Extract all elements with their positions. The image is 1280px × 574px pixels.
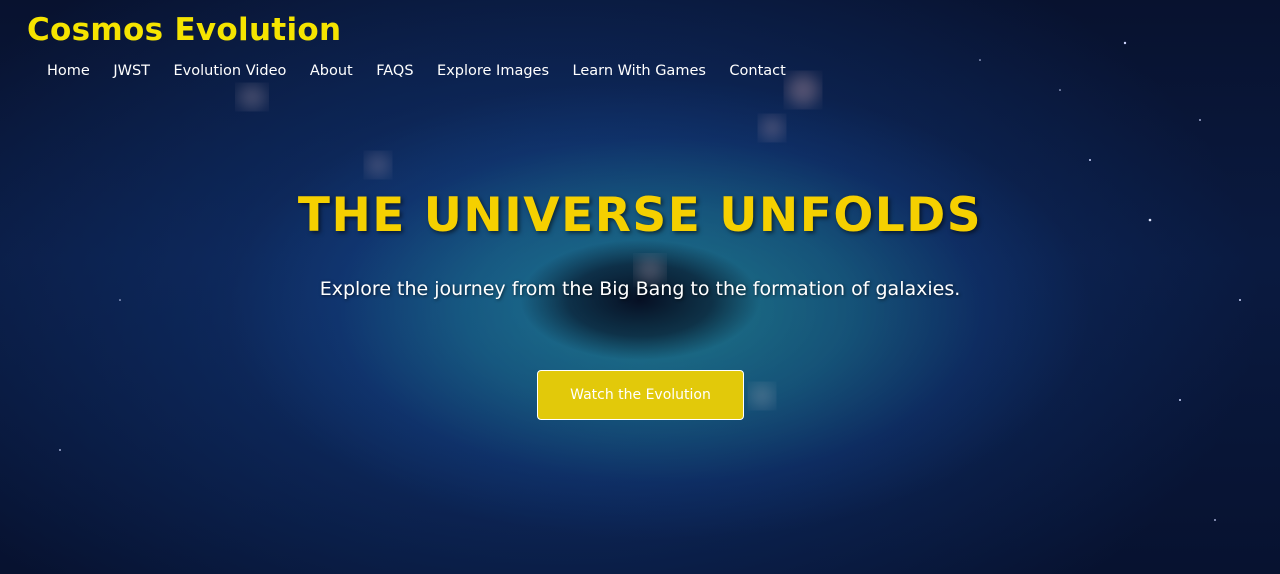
nav-item-about: About [310, 61, 376, 81]
nav-item-jwst: JWST [113, 61, 173, 81]
nav-item-home: Home [47, 61, 113, 81]
nav-list: Home JWST Evolution Video About FAQS Exp… [47, 61, 809, 81]
nav-item-learn-with-games: Learn With Games [573, 61, 730, 81]
hero-section: Cosmos Evolution Home JWST Evolution Vid… [0, 0, 1280, 574]
nav-item-faqs: FAQS [376, 61, 437, 81]
nav-item-evolution-video: Evolution Video [174, 61, 310, 81]
nav-link-learn-with-games[interactable]: Learn With Games [573, 61, 706, 81]
hero-headline: THE UNIVERSE UNFOLDS [297, 188, 983, 243]
nav-link-faqs[interactable]: FAQS [376, 61, 413, 81]
nav-item-contact: Contact [729, 61, 809, 81]
nav-link-explore-images[interactable]: Explore Images [437, 61, 549, 81]
nav-link-about[interactable]: About [310, 61, 353, 81]
watch-evolution-button[interactable]: Watch the Evolution [537, 370, 744, 420]
nav-link-jwst[interactable]: JWST [113, 61, 150, 81]
nav-link-home[interactable]: Home [47, 61, 90, 81]
nav-link-contact[interactable]: Contact [729, 61, 785, 81]
site-logo-title[interactable]: Cosmos Evolution [27, 12, 341, 48]
nav-item-explore-images: Explore Images [437, 61, 573, 81]
nav-link-evolution-video[interactable]: Evolution Video [174, 61, 287, 81]
hero-subtitle: Explore the journey from the Big Bang to… [319, 278, 961, 300]
